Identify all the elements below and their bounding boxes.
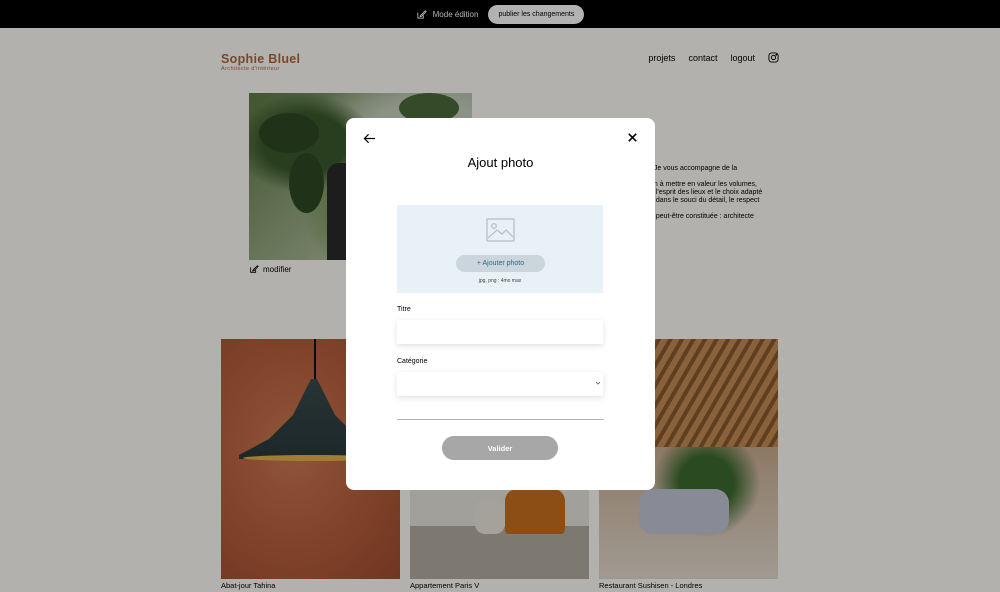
close-icon	[627, 132, 637, 142]
validate-button[interactable]: Valider	[442, 436, 558, 460]
chevron-down-icon	[595, 381, 601, 385]
upload-hint: jpg, png : 4mo max	[478, 278, 522, 284]
title-input[interactable]	[397, 320, 603, 344]
category-label: Catégorie	[397, 358, 428, 365]
add-photo-button[interactable]: + Ajouter photo	[456, 255, 545, 272]
title-label: Titre	[397, 306, 411, 313]
photo-upload-zone[interactable]: + Ajouter photo jpg, png : 4mo max	[397, 205, 603, 293]
add-photo-modal: Ajout photo + Ajouter photo jpg, png : 4…	[346, 118, 655, 490]
image-placeholder-icon	[486, 218, 515, 242]
modal-title: Ajout photo	[467, 155, 534, 170]
divider	[397, 419, 604, 420]
category-select[interactable]	[397, 372, 603, 396]
back-button[interactable]	[361, 130, 377, 146]
arrow-left-icon	[363, 133, 375, 143]
modal-backdrop-top	[0, 0, 1000, 28]
close-button[interactable]	[625, 130, 639, 144]
